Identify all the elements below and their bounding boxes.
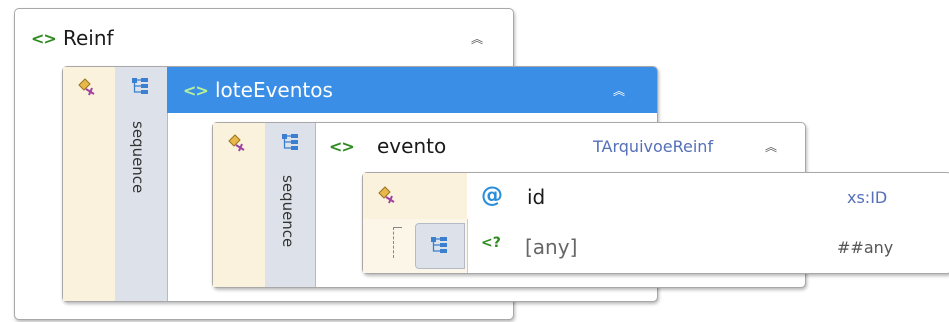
chevrons-up-icon[interactable]: ︽ — [765, 138, 777, 155]
sequence-tree-icon — [282, 134, 298, 150]
element-icon: <> — [329, 136, 355, 156]
any-sequence-tab[interactable] — [415, 223, 465, 269]
attribute-name: id — [527, 185, 546, 209]
sequence-label: sequence — [129, 121, 147, 194]
sequence-label: sequence — [279, 175, 297, 248]
attribute-group-icon — [78, 78, 95, 96]
any-sequence-strip[interactable] — [363, 219, 468, 273]
occurrence-bracket-icon — [393, 227, 402, 258]
at-sign-icon: @ — [481, 183, 503, 208]
attributes-strip[interactable] — [63, 67, 116, 301]
element-icon: <> — [183, 80, 209, 100]
loteeventos-header[interactable]: <> loteEventos ︽ — [167, 67, 657, 113]
reinf-title: Reinf — [63, 26, 114, 50]
attribute-type: xs:ID — [847, 188, 888, 207]
sequence-strip[interactable]: sequence — [115, 67, 168, 301]
evento-header[interactable]: <> evento TArquivoeReinf ︽ — [315, 123, 805, 169]
sequence-tree-icon — [431, 237, 447, 253]
evento-title: evento — [377, 134, 447, 158]
any-element-row[interactable]: <? [any] ##any — [467, 223, 949, 269]
chevrons-up-icon[interactable]: ︽ — [613, 82, 625, 99]
sequence-tree-icon — [132, 78, 148, 94]
sequence-strip[interactable]: sequence — [265, 123, 316, 287]
loteeventos-title: loteEventos — [215, 78, 333, 102]
attributes-strip[interactable] — [363, 173, 467, 220]
any-element-icon: <? — [481, 235, 501, 251]
evento-content-box[interactable]: @ id xs:ID <? [any] ##any — [362, 172, 949, 274]
element-icon: <> — [31, 28, 57, 48]
any-element-label: [any] — [525, 235, 578, 259]
attribute-group-icon — [228, 134, 245, 152]
attribute-group-icon — [378, 186, 395, 204]
chevrons-up-icon[interactable]: ︽ — [471, 30, 483, 47]
attribute-row-id[interactable]: @ id xs:ID — [467, 173, 949, 219]
evento-type: TArquivoeReinf — [593, 136, 714, 156]
any-namespace: ##any — [837, 238, 894, 257]
reinf-header[interactable]: <> Reinf ︽ — [15, 21, 513, 55]
attributes-strip[interactable] — [213, 123, 266, 287]
